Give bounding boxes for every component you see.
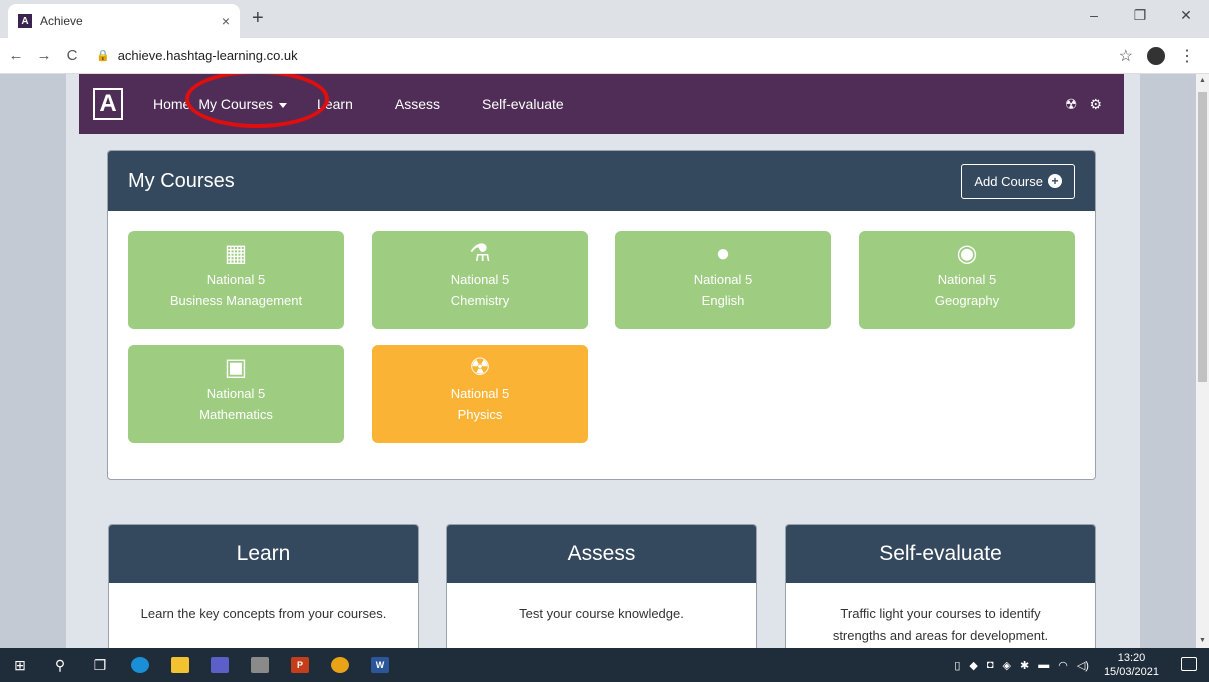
course-level: National 5 [206, 272, 266, 287]
bluetooth-icon[interactable]: ✱ [1020, 659, 1029, 672]
course-level: National 5 [937, 272, 997, 287]
calculator-icon: ▣ [224, 354, 248, 381]
radiation-icon[interactable]: ☢ [1065, 96, 1078, 113]
add-course-label: Add Course [974, 173, 1043, 189]
achieve-logo[interactable]: A [93, 88, 123, 120]
globe-icon: ◉ [956, 240, 978, 267]
battery-icon[interactable]: ▬ [1038, 659, 1049, 671]
windows-start-icon[interactable]: ⊞ [0, 648, 40, 682]
course-name: Geography [934, 293, 1000, 308]
course-name: Business Management [169, 293, 303, 308]
my-courses-panel: My Courses Add Course + ▦ National 5 Bus… [107, 150, 1096, 480]
clock-date: 15/03/2021 [1103, 666, 1159, 678]
achieve-favicon-icon: A [18, 14, 32, 28]
course-tile-chemistry[interactable]: ⚗ National 5 Chemistry [372, 231, 588, 329]
edge-icon[interactable] [120, 648, 160, 682]
reader-icon: ● [715, 240, 731, 267]
restore-button[interactable]: ❐ [1117, 0, 1163, 30]
my-courses-header: My Courses Add Course + [108, 151, 1095, 211]
flask-icon: ⚗ [469, 240, 491, 267]
close-window-button[interactable]: ✕ [1163, 0, 1209, 30]
close-tab-icon[interactable]: × [222, 13, 230, 29]
powerpoint-icon[interactable]: P [280, 648, 320, 682]
url-field[interactable]: 🔒 achieve.hashtag-learning.co.uk [96, 48, 1119, 63]
course-name: Physics [457, 407, 503, 422]
teams-icon[interactable] [200, 648, 240, 682]
my-courses-title: My Courses [128, 169, 235, 192]
course-name: English [701, 293, 745, 308]
teams-tray-icon[interactable]: ◆ [969, 659, 977, 672]
scroll-thumb[interactable] [1198, 92, 1207, 382]
course-tile-mathematics[interactable]: ▣ National 5 Mathematics [128, 345, 344, 443]
security-icon[interactable]: ◈ [1003, 659, 1011, 672]
course-name: Mathematics [199, 407, 273, 422]
word-icon[interactable]: W [360, 648, 400, 682]
window-controls: – ❐ ✕ [1071, 0, 1209, 38]
volume-icon[interactable]: ◁) [1077, 659, 1089, 672]
radiation-icon: ☢ [469, 354, 491, 381]
clock-time: 13:20 [1117, 652, 1146, 664]
forward-button[interactable]: → [32, 47, 56, 64]
self-evaluate-card[interactable]: Self-evaluate Traffic light your courses… [785, 524, 1096, 648]
system-tray: ▯ ◆ ◘ ◈ ✱ ▬ ◠ ◁) 13:20 15/03/2021 [954, 648, 1159, 682]
gear-icon[interactable]: ⚙ [1089, 96, 1102, 113]
url-text: achieve.hashtag-learning.co.uk [117, 48, 298, 63]
notification-icon[interactable] [1181, 657, 1197, 671]
minimize-button[interactable]: – [1071, 0, 1117, 30]
back-button[interactable]: ← [4, 47, 28, 64]
page-viewport: A Home My Courses Learn Assess Self-eval… [0, 74, 1196, 648]
tab-title: Achieve [40, 14, 83, 28]
course-level: National 5 [206, 386, 266, 401]
lock-icon: 🔒 [96, 50, 110, 62]
course-tile-physics[interactable]: ☢ National 5 Physics [372, 345, 588, 443]
learn-card[interactable]: Learn Learn the key concepts from your c… [108, 524, 419, 648]
browser-tab-bar: A Achieve × + – ❐ ✕ [0, 0, 1209, 38]
nav-self-evaluate[interactable]: Self-evaluate [482, 96, 564, 112]
menu-kebab-icon[interactable]: ⋮ [1179, 46, 1195, 66]
plus-circle-icon: + [1048, 174, 1062, 188]
bookmark-star-icon[interactable]: ☆ [1119, 46, 1133, 66]
card-title: Assess [447, 525, 756, 583]
card-body: Test your course knowledge. [519, 606, 684, 621]
course-name: Chemistry [450, 293, 510, 308]
file-explorer-icon[interactable] [160, 648, 200, 682]
add-course-button[interactable]: Add Course + [961, 163, 1075, 199]
nav-assess[interactable]: Assess [395, 96, 440, 112]
task-view-icon[interactable]: ❐ [80, 648, 120, 682]
card-body: Learn the key concepts from your courses… [140, 606, 387, 621]
assess-card[interactable]: Assess Test your course knowledge. [446, 524, 757, 648]
address-bar: ← → C 🔒 achieve.hashtag-learning.co.uk ☆… [0, 38, 1209, 74]
course-level: National 5 [450, 386, 510, 401]
windows-taskbar: ⊞ ⚲ ❐ P W ▯ ◆ ◘ ◈ ✱ ▬ ◠ ◁) 13:20 15/03/2… [0, 648, 1209, 682]
course-level: National 5 [450, 272, 510, 287]
vertical-scrollbar[interactable]: ▲ ▼ [1196, 74, 1209, 648]
building-icon: ▦ [224, 240, 248, 267]
course-tile-business-management[interactable]: ▦ National 5 Business Management [128, 231, 344, 329]
card-body: Traffic light your courses to identify s… [832, 606, 1049, 643]
course-tile-geography[interactable]: ◉ National 5 Geography [859, 231, 1075, 329]
card-title: Learn [109, 525, 418, 583]
shield-icon[interactable]: ◘ [987, 659, 994, 671]
chrome-icon[interactable] [320, 648, 360, 682]
profile-avatar-icon[interactable] [1147, 46, 1165, 65]
browser-tab[interactable]: A Achieve × [8, 4, 240, 38]
search-icon[interactable]: ⚲ [40, 648, 80, 682]
wifi-icon[interactable]: ◠ [1058, 659, 1068, 672]
scroll-down-icon[interactable]: ▼ [1196, 634, 1209, 648]
reload-button[interactable]: C [60, 47, 84, 64]
course-tile-english[interactable]: ● National 5 English [615, 231, 831, 329]
course-level: National 5 [693, 272, 753, 287]
usb-icon[interactable]: ▯ [954, 659, 960, 672]
scroll-up-icon[interactable]: ▲ [1196, 74, 1209, 88]
card-title: Self-evaluate [786, 525, 1095, 583]
new-tab-button[interactable]: + [252, 8, 264, 28]
app-icon[interactable] [240, 648, 280, 682]
clock[interactable]: 13:20 15/03/2021 [1104, 651, 1159, 679]
